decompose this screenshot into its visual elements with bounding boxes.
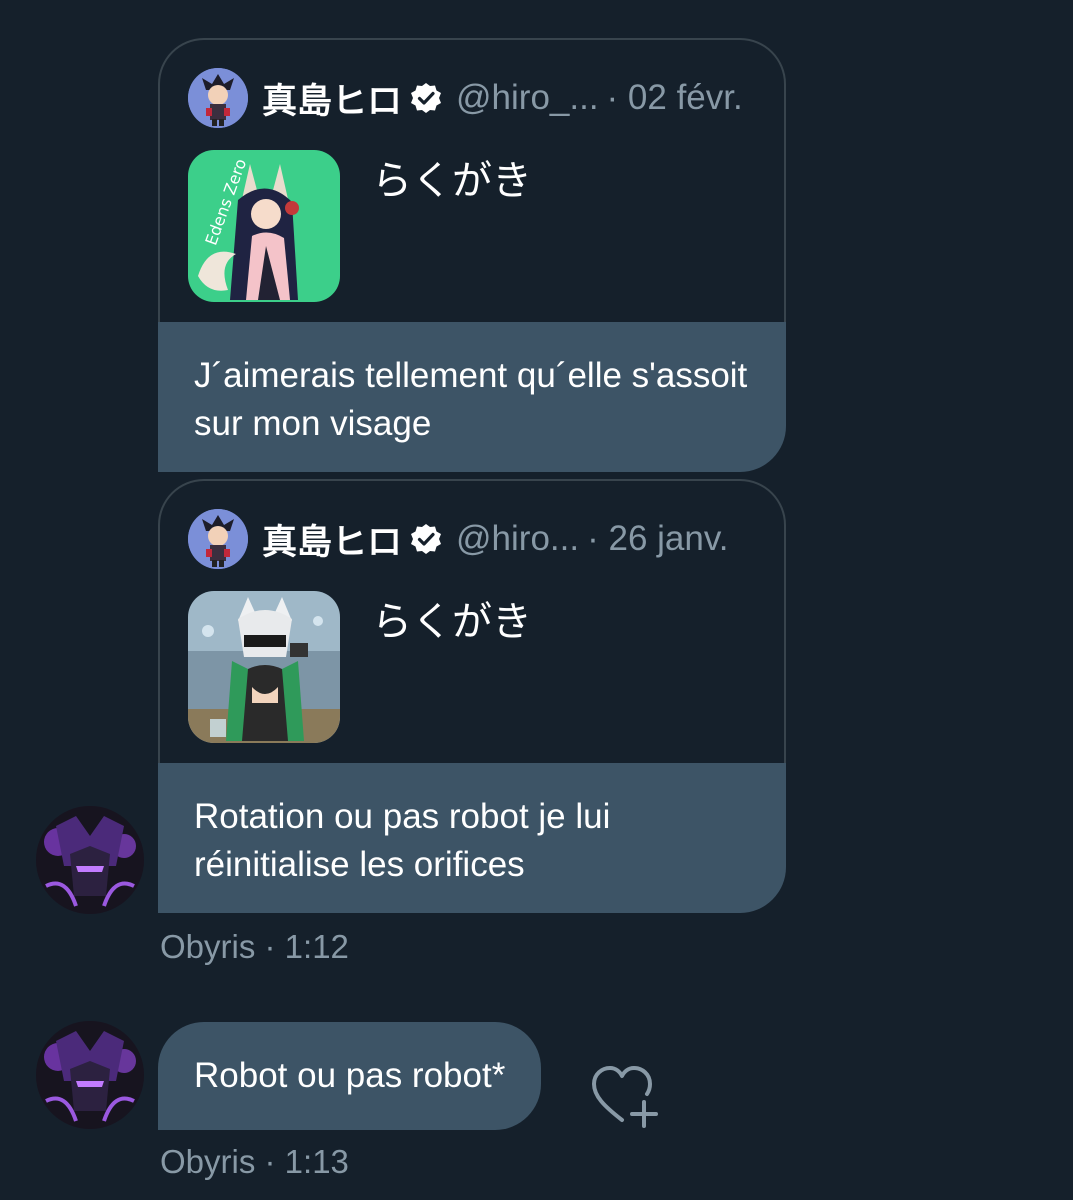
quoted-tweet-header: 真島ヒロ @hiro... · 26 janv.: [188, 509, 728, 569]
quoted-tweet-thumbnail[interactable]: [188, 591, 340, 743]
quoted-tweet-text: らくがき: [372, 600, 532, 644]
quoted-tweet-header: 真島ヒロ @hiro_... · 02 févr.: [188, 68, 743, 128]
message-meta: Obyris · 1:13: [160, 1143, 349, 1180]
quoted-tweet-text: らくがき: [372, 159, 532, 203]
message-bubble[interactable]: J´aimerais tellement qu´elle s'assoit su…: [158, 322, 786, 472]
message-bubble[interactable]: Robot ou pas robot*: [158, 1022, 542, 1130]
quoted-author-avatar[interactable]: [188, 509, 248, 569]
quoted-tweet-date: · 02 févr.: [606, 78, 743, 117]
quoted-tweet-card[interactable]: 真島ヒロ @hiro_... · 02 févr. Edens Zero らくが…: [158, 38, 786, 322]
sender-avatar[interactable]: [36, 806, 144, 914]
message-group-1: 真島ヒロ @hiro_... · 02 févr. Edens Zero らくが…: [158, 38, 786, 472]
quoted-tweet-thumbnail[interactable]: Edens Zero: [188, 150, 340, 302]
message-meta: Obyris · 1:12: [160, 928, 349, 965]
message-bubble[interactable]: Rotation ou pas robot je lui réinitialis…: [158, 763, 786, 913]
quoted-author-name: 真島ヒロ: [262, 522, 403, 562]
verified-icon: [411, 524, 442, 554]
quoted-author-name: 真島ヒロ: [262, 81, 403, 121]
message-group-2: 真島ヒロ @hiro... · 26 janv. らくがき Rotation o…: [158, 479, 786, 913]
quoted-tweet-date: · 26 janv.: [587, 519, 729, 558]
quoted-author-avatar[interactable]: [188, 68, 248, 128]
quoted-tweet-card[interactable]: 真島ヒロ @hiro... · 26 janv. らくがき: [158, 479, 786, 763]
add-reaction-heart-icon[interactable]: [590, 1060, 662, 1130]
quoted-author-handle: @hiro_...: [456, 78, 599, 117]
sender-avatar[interactable]: [36, 1021, 144, 1129]
verified-icon: [411, 83, 442, 113]
quoted-author-handle: @hiro...: [456, 519, 580, 558]
